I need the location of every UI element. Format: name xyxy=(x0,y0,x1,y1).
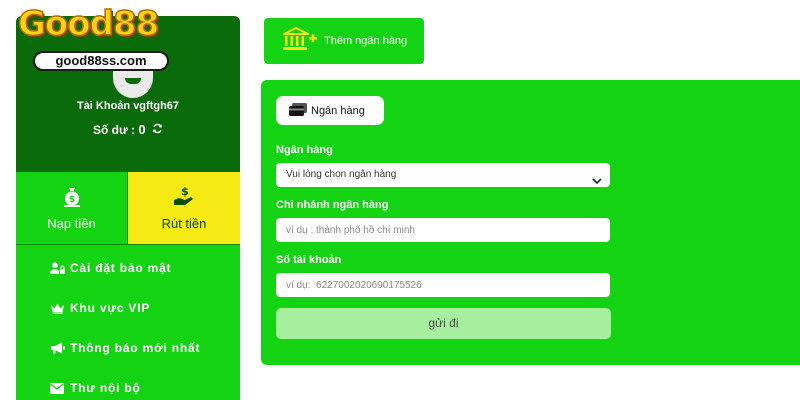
svg-text:$: $ xyxy=(68,195,74,205)
sidebar-item-label: Khu vực VIP xyxy=(70,301,151,315)
sidebar-menu: Cài đặt bảo mật Khu vực VIP Thông báo mớ… xyxy=(16,248,240,400)
credit-card-icon xyxy=(289,102,307,119)
money-bag-icon: $ xyxy=(16,186,127,208)
sidebar: Tài Khoản vgftgh67 Số dư : 0 $ Nạp tiền … xyxy=(16,16,240,400)
user-lock-icon xyxy=(48,261,66,275)
refresh-icon[interactable] xyxy=(152,123,163,137)
brand-logo[interactable]: Good88 good88ss.com xyxy=(17,3,170,72)
branch-input[interactable] xyxy=(276,218,610,242)
bank-form-panel: Ngân hàng Ngân hàng Vui lòng chọn ngân h… xyxy=(261,80,800,365)
branch-field-label: Chi nhánh ngân hàng xyxy=(276,199,389,211)
sidebar-item-announcements[interactable]: Thông báo mới nhất xyxy=(16,328,240,368)
deposit-button[interactable]: $ Nạp tiền xyxy=(16,172,128,245)
svg-text:$: $ xyxy=(181,186,189,198)
bank-field-label: Ngân hàng xyxy=(276,144,333,156)
crown-icon xyxy=(48,301,66,315)
chevron-down-icon xyxy=(592,171,602,195)
account-number-label: Số tài khoản xyxy=(276,254,342,266)
submit-button[interactable]: gửi đi xyxy=(276,308,611,339)
withdraw-button[interactable]: $ Rút tiền xyxy=(128,172,240,245)
deposit-label: Nạp tiền xyxy=(47,216,96,231)
wallet-actions: $ Nạp tiền $ Rút tiền xyxy=(16,172,240,245)
logo-wordmark: Good88 xyxy=(17,3,160,45)
avatar[interactable] xyxy=(113,68,153,98)
withdraw-label: Rút tiền xyxy=(161,216,207,231)
balance-value: 0 xyxy=(138,122,146,137)
sidebar-item-inbox[interactable]: Thư nội bộ xyxy=(16,368,240,400)
sidebar-item-vip[interactable]: Khu vực VIP xyxy=(16,288,240,328)
account-number-input[interactable] xyxy=(276,273,610,297)
balance-display: Số dư : 0 xyxy=(16,122,240,137)
tab-bank[interactable]: Ngân hàng xyxy=(276,96,384,125)
envelope-icon xyxy=(48,381,66,395)
add-bank-label: Thêm ngân hàng xyxy=(324,35,408,47)
logo-domain: good88ss.com xyxy=(33,51,169,71)
bank-select-value: Vui lòng chọn ngân hàng xyxy=(286,169,397,180)
sidebar-item-label: Thông báo mới nhất xyxy=(70,341,201,355)
hand-dollar-icon: $ xyxy=(128,186,240,208)
sidebar-item-label: Thư nội bộ xyxy=(70,381,141,395)
megaphone-icon xyxy=(48,341,66,355)
account-name: Tài Khoản vgftgh67 xyxy=(76,100,180,112)
bank-plus-icon xyxy=(282,26,318,57)
bank-select[interactable]: Vui lòng chọn ngân hàng xyxy=(276,163,610,187)
add-bank-button[interactable]: Thêm ngân hàng xyxy=(264,18,424,64)
sidebar-item-security[interactable]: Cài đặt bảo mật xyxy=(16,248,240,288)
tab-bank-label: Ngân hàng xyxy=(311,104,365,117)
sidebar-item-label: Cài đặt bảo mật xyxy=(70,261,172,275)
balance-label: Số dư : xyxy=(93,123,136,137)
